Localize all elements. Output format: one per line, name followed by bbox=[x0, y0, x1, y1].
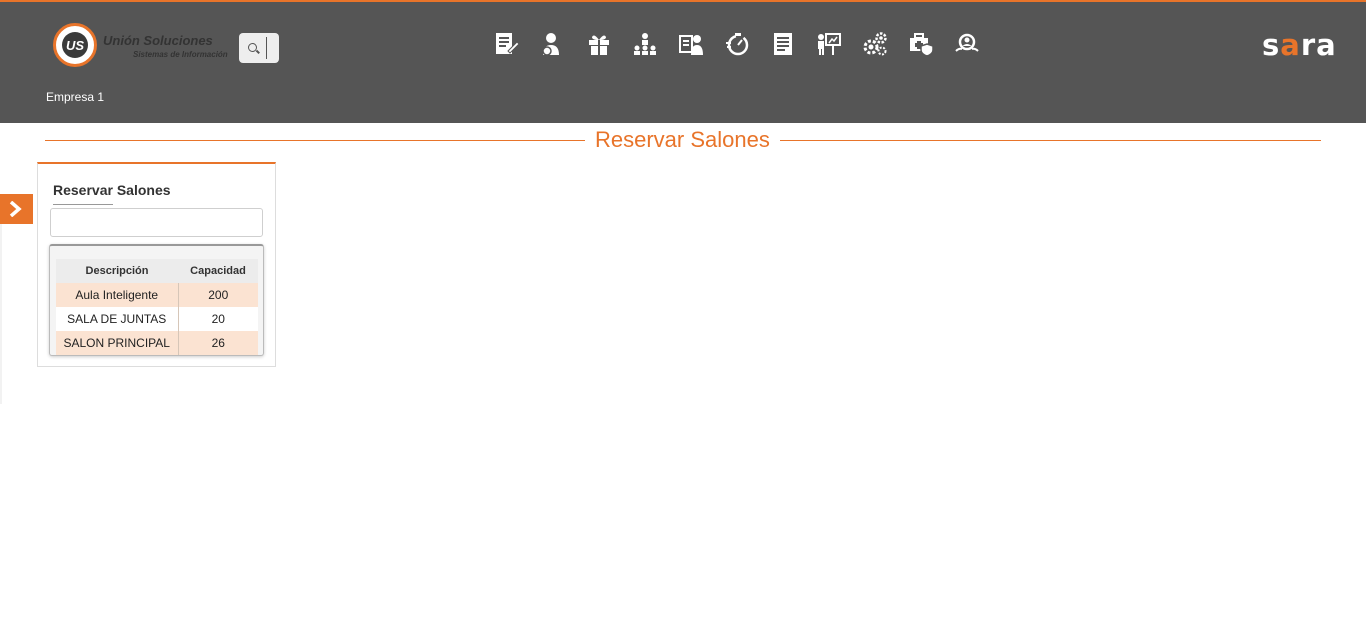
search-icon bbox=[248, 43, 257, 52]
cell-capacidad: 200 bbox=[178, 283, 258, 307]
chevron-right-icon bbox=[9, 201, 22, 217]
brand-text-b: a bbox=[1280, 28, 1301, 62]
brand-text-c: ra bbox=[1300, 28, 1337, 62]
medical-case-icon[interactable] bbox=[908, 31, 954, 59]
title-divider-right bbox=[780, 140, 1321, 141]
gift-icon[interactable] bbox=[586, 31, 632, 59]
search-button[interactable] bbox=[239, 33, 279, 63]
cell-descripcion: Aula Inteligente bbox=[56, 283, 179, 307]
cell-capacidad: 26 bbox=[178, 331, 258, 355]
id-badge-icon[interactable] bbox=[678, 31, 724, 59]
title-divider-left bbox=[45, 140, 585, 141]
report-icon[interactable] bbox=[770, 31, 816, 59]
filter-input[interactable] bbox=[50, 208, 263, 237]
panel-title: Reservar Salones bbox=[53, 182, 171, 198]
logo-mark: US bbox=[53, 23, 97, 67]
logo-mark-text: US bbox=[62, 32, 88, 58]
reservar-salones-panel: Reservar Salones Descripción Capacidad A… bbox=[37, 162, 276, 367]
presentation-icon[interactable] bbox=[816, 31, 862, 59]
brand-text-a: s bbox=[1262, 28, 1281, 62]
table-row[interactable]: SALON PRINCIPAL 26 bbox=[56, 331, 258, 355]
table-row[interactable]: Aula Inteligente 200 bbox=[56, 283, 258, 307]
column-header-descripcion[interactable]: Descripción bbox=[56, 259, 178, 283]
panel-title-underline bbox=[53, 204, 113, 205]
page-title-row: Reservar Salones bbox=[45, 126, 1321, 154]
table-row[interactable]: SALA DE JUNTAS 20 bbox=[56, 307, 258, 331]
cell-descripcion: SALA DE JUNTAS bbox=[56, 307, 179, 331]
salones-table-container: Descripción Capacidad Aula Inteligente 2… bbox=[49, 244, 264, 356]
search-separator bbox=[266, 37, 267, 59]
cell-descripcion: SALON PRINCIPAL bbox=[56, 331, 179, 355]
company-logo[interactable]: US Unión Soluciones Sistemas de Informac… bbox=[53, 23, 228, 69]
page-title: Reservar Salones bbox=[595, 127, 770, 152]
search-person-icon[interactable] bbox=[954, 31, 1000, 59]
logo-subtitle: Sistemas de Información bbox=[133, 50, 228, 59]
column-header-capacidad[interactable]: Capacidad bbox=[178, 259, 258, 283]
top-bar: US Unión Soluciones Sistemas de Informac… bbox=[0, 0, 1366, 123]
person-icon[interactable] bbox=[540, 31, 586, 59]
gears-icon[interactable] bbox=[862, 31, 908, 59]
document-edit-icon[interactable] bbox=[494, 31, 540, 59]
sidebar-edge bbox=[0, 224, 2, 404]
logo-name: Unión Soluciones bbox=[103, 33, 213, 48]
hierarchy-icon[interactable] bbox=[632, 31, 678, 59]
salones-table: Descripción Capacidad Aula Inteligente 2… bbox=[56, 259, 258, 355]
module-icon-bar bbox=[494, 31, 1000, 59]
company-selector[interactable]: Empresa 1 bbox=[46, 90, 104, 104]
sidebar-toggle-button[interactable] bbox=[0, 194, 33, 224]
sara-brand-logo: sara bbox=[1262, 28, 1337, 62]
cell-capacidad: 20 bbox=[178, 307, 258, 331]
table-header-row: Descripción Capacidad bbox=[56, 259, 258, 283]
timer-icon[interactable] bbox=[724, 31, 770, 59]
